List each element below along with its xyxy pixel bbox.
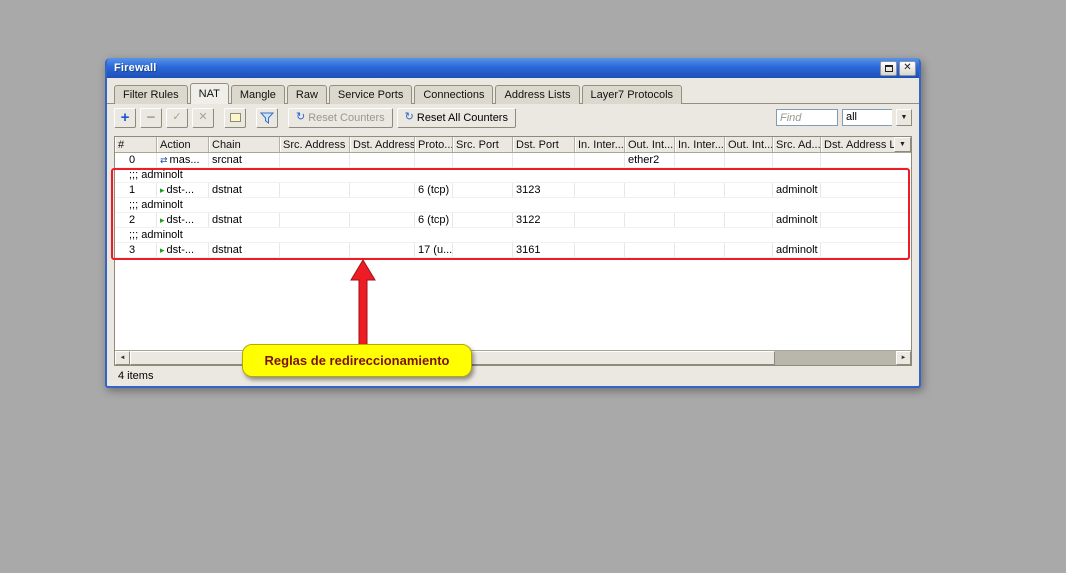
- cell-num: 0: [115, 153, 157, 167]
- cell-dst-address-list: [821, 153, 911, 167]
- column-header-num[interactable]: #: [115, 137, 157, 152]
- tab-filter-rules[interactable]: Filter Rules: [114, 85, 188, 104]
- filter-icon: [260, 112, 274, 124]
- tab-raw[interactable]: Raw: [287, 85, 327, 104]
- masquerade-icon: ⇄: [160, 156, 168, 165]
- column-header-dst-address-list[interactable]: Dst. Address Lis...: [821, 137, 894, 152]
- cell-chain: srcnat: [209, 153, 280, 167]
- column-header-dst-port[interactable]: Dst. Port: [513, 137, 575, 152]
- tab-layer7-protocols[interactable]: Layer7 Protocols: [582, 85, 683, 104]
- filter-button[interactable]: [256, 108, 278, 128]
- add-icon: +: [121, 110, 130, 125]
- reset-all-counters-button[interactable]: ↻ Reset All Counters: [397, 108, 516, 128]
- column-header-src-address[interactable]: Src. Address: [280, 137, 350, 152]
- column-selector-button[interactable]: ▼: [894, 137, 911, 152]
- status-bar: 4 items: [107, 366, 919, 386]
- cell-out-interface-2: [725, 153, 773, 167]
- scroll-right-icon: ►: [901, 355, 907, 361]
- cell-in-interface: [575, 153, 625, 167]
- window-titlebar[interactable]: Firewall ✕: [107, 58, 919, 78]
- filter-scope-select[interactable]: all: [842, 109, 892, 126]
- cell-in-interface-2: [675, 153, 725, 167]
- filter-scope-value: all: [846, 111, 857, 123]
- column-header-out-interface-2[interactable]: Out. Int...: [725, 137, 773, 152]
- reset-counters-icon: ↻: [296, 112, 305, 123]
- cell-action: ⇄mas...: [157, 153, 209, 167]
- column-header-dst-address[interactable]: Dst. Address: [350, 137, 415, 152]
- tab-address-lists[interactable]: Address Lists: [495, 85, 579, 104]
- scroll-left-icon: ◄: [120, 355, 126, 361]
- cell-dst-address: [350, 153, 415, 167]
- cell-src-port: [453, 153, 513, 167]
- column-header-in-interface-2[interactable]: In. Inter...: [675, 137, 725, 152]
- column-header-in-interface[interactable]: In. Inter...: [575, 137, 625, 152]
- comment-icon: [230, 113, 241, 122]
- action-label: mas...: [170, 154, 200, 166]
- column-header-src-port[interactable]: Src. Port: [453, 137, 513, 152]
- column-header-chain[interactable]: Chain: [209, 137, 280, 152]
- cell-src-address-list: [773, 153, 821, 167]
- cell-out-interface: ether2: [625, 153, 675, 167]
- column-header-out-interface[interactable]: Out. Int...: [625, 137, 675, 152]
- chevron-down-icon: ▼: [899, 141, 906, 148]
- column-header-protocol[interactable]: Proto...: [415, 137, 453, 152]
- table-header: #ActionChainSrc. AddressDst. AddressProt…: [115, 137, 911, 153]
- tab-strip: Filter RulesNATMangleRawService PortsCon…: [107, 78, 919, 104]
- maximize-button[interactable]: [880, 61, 897, 76]
- disable-button[interactable]: ✕: [192, 108, 214, 128]
- reset-all-counters-icon: ↻: [405, 112, 414, 123]
- column-header-action[interactable]: Action: [157, 137, 209, 152]
- close-button[interactable]: ✕: [899, 61, 916, 76]
- comment-button[interactable]: [224, 108, 246, 128]
- chevron-down-icon: ▼: [901, 114, 908, 121]
- scroll-right-button[interactable]: ►: [896, 351, 911, 365]
- tab-nat[interactable]: NAT: [190, 83, 229, 104]
- header-cells: #ActionChainSrc. AddressDst. AddressProt…: [115, 137, 894, 152]
- close-icon: ✕: [903, 63, 911, 73]
- maximize-icon: [885, 65, 893, 72]
- cell-protocol: [415, 153, 453, 167]
- tab-mangle[interactable]: Mangle: [231, 85, 285, 104]
- toolbar: + − ✓ ✕ ↻ Reset Counters ↻ Reset All Cou…: [107, 104, 919, 131]
- horizontal-scrollbar[interactable]: ◄ ►: [115, 350, 911, 365]
- callout-text: Reglas de redireccionamiento: [265, 353, 450, 368]
- scrollbar-track[interactable]: [775, 351, 896, 365]
- cell-src-address: [280, 153, 350, 167]
- reset-all-counters-label: Reset All Counters: [417, 112, 508, 124]
- find-input[interactable]: [776, 109, 838, 126]
- disable-icon: ✕: [198, 112, 207, 123]
- annotation-arrow: [344, 258, 382, 348]
- window-title: Firewall: [114, 62, 878, 74]
- add-button[interactable]: +: [114, 108, 136, 128]
- filter-scope-dropdown-button[interactable]: ▼: [896, 109, 912, 126]
- annotation-callout: Reglas de redireccionamiento: [242, 344, 472, 377]
- items-count: 4 items: [118, 370, 153, 382]
- nat-rule-row[interactable]: 0⇄mas...srcnatether2: [115, 153, 911, 168]
- scroll-left-button[interactable]: ◄: [115, 351, 130, 365]
- remove-icon: −: [147, 110, 156, 125]
- arrow-shape: [351, 260, 375, 346]
- reset-counters-label: Reset Counters: [308, 112, 384, 124]
- enable-button[interactable]: ✓: [166, 108, 188, 128]
- tab-connections[interactable]: Connections: [414, 85, 493, 104]
- reset-counters-button[interactable]: ↻ Reset Counters: [288, 108, 393, 128]
- enable-icon: ✓: [172, 112, 181, 123]
- remove-button[interactable]: −: [140, 108, 162, 128]
- cell-dst-port: [513, 153, 575, 167]
- highlight-rectangle: [111, 168, 910, 260]
- column-header-src-address-list[interactable]: Src. Ad...: [773, 137, 821, 152]
- tab-service-ports[interactable]: Service Ports: [329, 85, 412, 104]
